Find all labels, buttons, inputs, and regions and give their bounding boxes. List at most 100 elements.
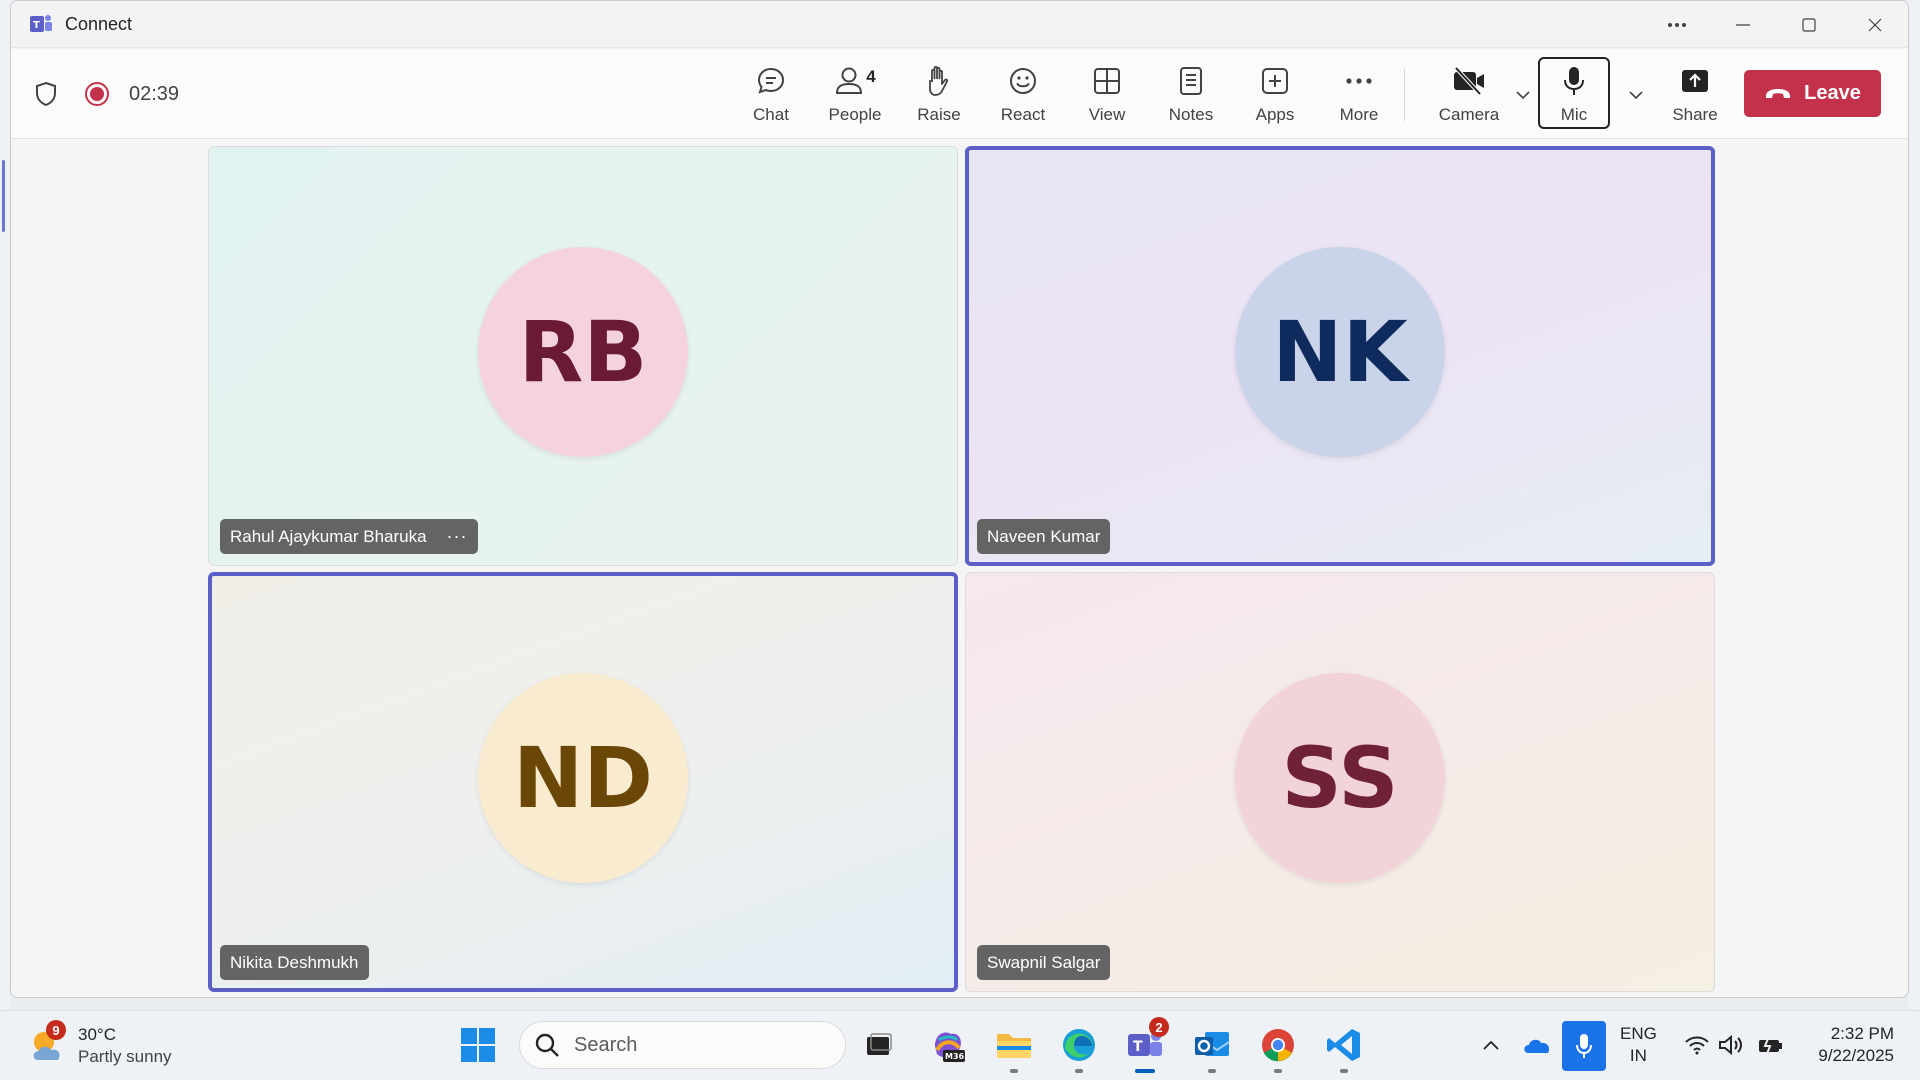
onedrive-tray-icon[interactable] — [1520, 1025, 1554, 1065]
chevron-down-icon — [1516, 91, 1530, 100]
taskbar-clock[interactable]: 2:32 PM 9/22/2025 — [1800, 1023, 1894, 1067]
raise-label: Raise — [917, 105, 961, 124]
taskbar-app-vscode[interactable] — [1322, 1023, 1366, 1073]
maximize-icon — [1802, 17, 1816, 32]
taskbar-app-file-explorer[interactable] — [992, 1023, 1036, 1073]
task-view-button[interactable] — [857, 1023, 901, 1067]
weather-widget[interactable]: 9 30°C Partly sunny — [28, 1019, 172, 1073]
svg-text:T: T — [33, 20, 40, 31]
participant-name-tag: Nikita Deshmukh — [220, 945, 369, 980]
participant-name-tag: Naveen Kumar — [977, 519, 1111, 554]
window-more-button[interactable] — [1644, 1, 1710, 48]
raise-hand-button[interactable]: Raise — [907, 61, 971, 133]
video-stage: RB Rahul Ajaykumar Bharuka ··· NK Naveen… — [11, 140, 1908, 997]
mic-button[interactable]: Mic — [1542, 61, 1606, 133]
taskbar-app-edge[interactable] — [1057, 1023, 1101, 1073]
chat-button[interactable]: Chat — [739, 61, 803, 133]
share-label: Share — [1672, 105, 1718, 124]
weather-badge: 9 — [46, 1020, 66, 1040]
partly-sunny-icon: 9 — [28, 1020, 68, 1066]
m365-copilot-icon: M365 — [935, 1032, 967, 1062]
add-apps-icon — [1262, 68, 1288, 94]
camera-options-button[interactable] — [1513, 85, 1533, 105]
camera-button[interactable]: Camera — [1429, 61, 1509, 133]
participant-name: Nikita Deshmukh — [230, 952, 359, 972]
show-hidden-icons-button[interactable] — [1478, 1025, 1504, 1065]
svg-text:T: T — [1133, 1039, 1143, 1055]
shield-icon[interactable] — [33, 81, 59, 107]
mic-label: Mic — [1560, 105, 1588, 124]
input-language[interactable]: ENG IN — [1620, 1023, 1657, 1067]
minimize-button[interactable] — [1710, 1, 1776, 48]
participant-name: Swapnil Salgar — [987, 952, 1101, 972]
active-indicator — [1135, 1069, 1155, 1073]
participant-name: Naveen Kumar — [987, 526, 1101, 546]
folder-icon — [997, 1034, 1031, 1058]
participant-tile[interactable]: RB Rahul Ajaykumar Bharuka ··· — [208, 146, 958, 566]
participant-tile[interactable]: ND Nikita Deshmukh — [208, 572, 958, 992]
weather-temp: 30°C — [78, 1025, 116, 1044]
speaker-icon — [1719, 1034, 1742, 1056]
taskbar-app-m365[interactable]: M365 — [926, 1023, 970, 1067]
wifi-tray-icon[interactable] — [1682, 1025, 1712, 1065]
meeting-timer: 02:39 — [129, 82, 180, 105]
taskbar-app-teams[interactable]: T 2 — [1123, 1017, 1169, 1073]
maximize-button[interactable] — [1776, 1, 1842, 48]
chat-icon — [757, 67, 785, 94]
grid-view-icon — [1094, 68, 1120, 94]
participant-name: Rahul Ajaykumar Bharuka — [230, 526, 427, 546]
mic-options-button[interactable] — [1626, 85, 1646, 105]
mic-icon — [1576, 1034, 1592, 1058]
apps-button[interactable]: Apps — [1243, 61, 1307, 133]
start-button[interactable] — [456, 1023, 500, 1067]
raise-hand-icon — [929, 65, 949, 96]
participant-avatar: RB — [478, 247, 688, 457]
language-code: ENG — [1620, 1024, 1657, 1043]
mic-icon — [1564, 67, 1584, 95]
clock-time: 2:32 PM — [1830, 1024, 1894, 1043]
people-label: People — [828, 105, 882, 124]
battery-charging-icon — [1759, 1035, 1782, 1055]
smiley-icon — [1010, 68, 1036, 94]
participant-avatar: ND — [478, 673, 688, 883]
notes-icon — [1180, 67, 1202, 95]
view-button[interactable]: View — [1075, 61, 1139, 133]
taskbar-app-chrome[interactable] — [1256, 1023, 1300, 1073]
mic-in-use-tray-icon[interactable] — [1562, 1021, 1606, 1071]
more-button[interactable]: More — [1327, 61, 1391, 133]
share-button[interactable]: Share — [1663, 61, 1727, 133]
view-label: View — [1088, 105, 1126, 124]
close-window-button[interactable] — [1842, 1, 1908, 48]
participant-more-button[interactable]: ··· — [447, 526, 468, 547]
meeting-window: T Connect 02:39 Chat 4 People Raise Reac… — [10, 0, 1909, 998]
background-accent-bar — [2, 160, 5, 232]
toolbar-separator — [1404, 69, 1405, 121]
language-region: IN — [1629, 1046, 1647, 1065]
running-indicator — [1274, 1069, 1282, 1073]
background-window-left — [0, 0, 10, 1010]
title-bar[interactable]: T Connect — [11, 1, 1908, 48]
taskbar-search[interactable]: Search — [519, 1021, 846, 1069]
react-button[interactable]: React — [991, 61, 1055, 133]
edge-browser-icon — [1063, 1029, 1095, 1061]
close-icon — [1868, 18, 1882, 31]
cloud-icon — [1524, 1039, 1550, 1053]
participant-avatar: NK — [1235, 247, 1445, 457]
notes-button[interactable]: Notes — [1159, 61, 1223, 133]
participant-tile[interactable]: NK Naveen Kumar — [965, 146, 1715, 566]
battery-tray-icon[interactable] — [1756, 1025, 1786, 1065]
wifi-icon — [1685, 1036, 1709, 1055]
search-placeholder: Search — [574, 1033, 638, 1056]
running-indicator — [1075, 1069, 1083, 1073]
clock-date: 9/22/2025 — [1818, 1046, 1894, 1065]
notes-label: Notes — [1168, 105, 1214, 124]
leave-button[interactable]: Leave — [1744, 70, 1881, 117]
running-indicator — [1208, 1069, 1216, 1073]
taskbar-app-outlook[interactable] — [1190, 1023, 1234, 1073]
people-button[interactable]: 4 People — [815, 61, 895, 133]
volume-tray-icon[interactable] — [1716, 1025, 1746, 1065]
meeting-toolbar: 02:39 Chat 4 People Raise React View Not… — [11, 49, 1908, 139]
share-screen-icon — [1682, 70, 1708, 92]
participant-tile[interactable]: SS Swapnil Salgar — [965, 572, 1715, 992]
camera-label: Camera — [1438, 105, 1500, 124]
